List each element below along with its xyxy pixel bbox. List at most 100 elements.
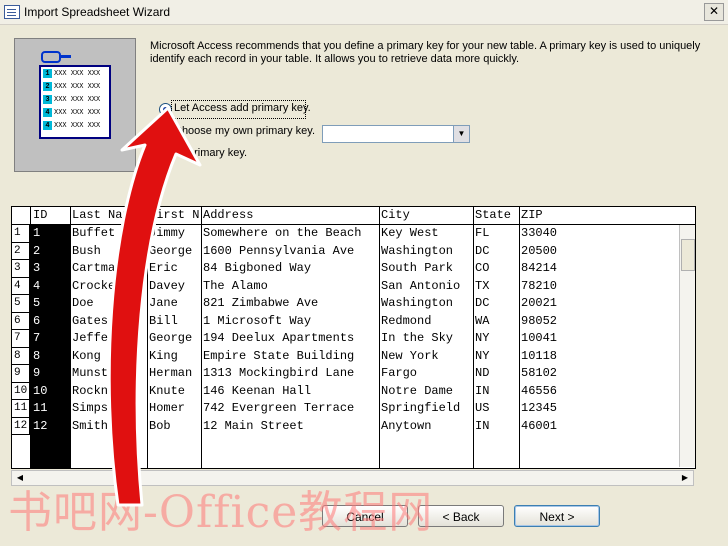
table-row: 6 6 Gates Bill 1 Microsoft Way Redmond WA 98052 xyxy=(12,312,695,330)
row-number[interactable]: 7 xyxy=(12,330,30,348)
primary-key-select[interactable]: ▼ xyxy=(322,125,470,143)
row-number[interactable]: 5 xyxy=(12,295,30,313)
table-row: 11 11 Simpson Homer 742 Evergreen Terrace Spr… xyxy=(12,400,695,418)
option-choose-own-key-label[interactable]: Choose my own primary key. xyxy=(174,125,315,137)
table-cell: Bush xyxy=(72,243,101,258)
row-number[interactable]: 9 xyxy=(12,365,30,383)
table-cell: 20021 xyxy=(521,296,558,310)
table-cell: 1313 Mockingbird Lane xyxy=(203,366,355,380)
table-cell: Eric xyxy=(149,261,178,275)
table-cell: Jefferson xyxy=(72,331,137,345)
row-number[interactable]: 2 xyxy=(12,242,30,260)
next-button[interactable]: Next > xyxy=(514,505,600,527)
table-cell: The Alamo xyxy=(203,278,268,293)
description-text: Microsoft Access recommends that you def… xyxy=(150,40,701,65)
table-cell: Somewhere on the Beach xyxy=(203,226,362,240)
column-header[interactable]: Last Nan xyxy=(70,207,147,224)
table-cell: 46001 xyxy=(521,418,558,433)
table-cell: San Antonio xyxy=(381,278,461,293)
column-header[interactable]: ZIP xyxy=(519,207,679,224)
table-cell: Bill xyxy=(149,313,178,328)
table-cell: 6 xyxy=(33,313,41,328)
column-header[interactable]: City xyxy=(379,207,473,224)
table-cell: Anytown xyxy=(381,418,432,433)
table-cell: Munster xyxy=(72,366,123,380)
column-header[interactable]: First N xyxy=(147,207,201,224)
table-row: 8 8 Kong King Empire State Building New York N… xyxy=(12,347,695,365)
app-icon xyxy=(4,5,20,19)
table-cell: Knute xyxy=(149,383,186,398)
table-row: 9 9 Munster Herman 1313 Mockingbird Lane Farg… xyxy=(12,365,695,383)
window-title: Import Spreadsheet Wizard xyxy=(24,5,171,19)
scroll-left-icon[interactable]: ◀ xyxy=(13,471,27,485)
option-no-key-label[interactable]: primary key. xyxy=(188,147,247,159)
row-number[interactable]: 8 xyxy=(12,347,30,365)
table-cell: Herman xyxy=(149,366,193,380)
row-number[interactable]: 10 xyxy=(12,382,30,400)
row-number[interactable]: 12 xyxy=(12,417,30,435)
back-button[interactable]: < Back xyxy=(418,505,504,527)
table-cell: Simpson xyxy=(72,401,123,415)
close-icon[interactable]: ✕ xyxy=(704,3,724,21)
table-cell: Kong xyxy=(72,348,101,363)
option-let-access-add-key-label[interactable]: Let Access add primary key. xyxy=(174,102,311,114)
column-header[interactable]: Address xyxy=(201,207,379,224)
table-cell: WA xyxy=(475,313,490,328)
table-cell: Notre Dame xyxy=(381,383,454,398)
table-cell: 84214 xyxy=(521,261,558,275)
sheet-row: 1 XXX XXX XXX xyxy=(43,69,100,79)
row-number[interactable]: 4 xyxy=(12,277,30,295)
column-header[interactable]: State xyxy=(473,207,519,224)
row-number[interactable]: 1 xyxy=(12,225,30,243)
horizontal-scrollbar[interactable]: ◀ ▶ xyxy=(11,470,694,486)
key-icon xyxy=(41,51,71,63)
table-row: 3 3 Cartman Eric 84 Bigboned Way South Park CO… xyxy=(12,260,695,278)
table-cell: 10118 xyxy=(521,348,558,363)
cancel-button[interactable]: Cancel xyxy=(322,505,408,527)
table-cell: 821 Zimbabwe Ave xyxy=(203,296,319,310)
table-cell: 78210 xyxy=(521,278,558,293)
table-cell: FL xyxy=(475,226,490,240)
table-row: 5 5 Doe Jane 821 Zimbabwe Ave Washington DC 200… xyxy=(12,295,695,313)
table-row: 7 7 Jefferson George 194 Deelux Apartments In… xyxy=(12,330,695,348)
table-cell: CO xyxy=(475,261,490,275)
scroll-right-icon[interactable]: ▶ xyxy=(678,471,692,485)
table-cell: Springfield xyxy=(381,401,461,415)
table-cell: Buffet xyxy=(72,226,116,240)
table-cell: 10 xyxy=(33,383,48,398)
table-cell: DC xyxy=(475,296,490,310)
column-header[interactable]: ID xyxy=(31,207,70,224)
row-number[interactable]: 11 xyxy=(12,400,30,418)
table-cell: Davey xyxy=(149,278,186,293)
table-cell: 20500 xyxy=(521,243,558,258)
table-cell: 1 xyxy=(33,226,41,240)
vertical-scrollbar[interactable] xyxy=(679,225,695,467)
table-cell: ND xyxy=(475,366,490,380)
wizard-illustration: 1 XXX XXX XXX 2 XXX XXX XXX 3 XXX XXX XXX 4… xyxy=(14,38,136,172)
table-cell: TX xyxy=(475,278,490,293)
table-row: 2 2 Bush George 1600 Pennsylvania Ave Washing… xyxy=(12,242,695,260)
table-cell: Fargo xyxy=(381,366,418,380)
table-cell: South Park xyxy=(381,261,454,275)
sheet-row: 2 XXX XXX XXX xyxy=(43,82,100,92)
table-cell: Washington xyxy=(381,296,454,310)
dropdown-arrow-icon[interactable]: ▼ xyxy=(453,126,469,142)
table-cell: 2 xyxy=(33,243,41,258)
table-row: 4 4 Crockett Davey The Alamo San Antonio TX 782… xyxy=(12,277,695,295)
table-cell: 46556 xyxy=(521,383,558,398)
table-cell: IN xyxy=(475,383,490,398)
row-number[interactable]: 3 xyxy=(12,260,30,278)
table-cell: George xyxy=(149,331,193,345)
table-cell: 9 xyxy=(33,366,41,380)
scroll-thumb[interactable] xyxy=(681,239,695,271)
table-row: 1 1 Buffet Jimmy Somewhere on the Beach Key W… xyxy=(12,225,695,243)
table-cell: 33040 xyxy=(521,226,558,240)
table-cell: NY xyxy=(475,348,490,363)
table-cell: 3 xyxy=(33,261,41,275)
sheet-row: 4 XXX XXX XXX xyxy=(43,108,100,118)
table-cell: King xyxy=(149,348,178,363)
row-number[interactable]: 6 xyxy=(12,312,30,330)
table-cell: 12 xyxy=(33,418,48,433)
data-preview-grid[interactable]: ID Last Nan First N Address City State ZIP 11 B… xyxy=(11,206,696,469)
table-cell: Doe xyxy=(72,296,94,310)
